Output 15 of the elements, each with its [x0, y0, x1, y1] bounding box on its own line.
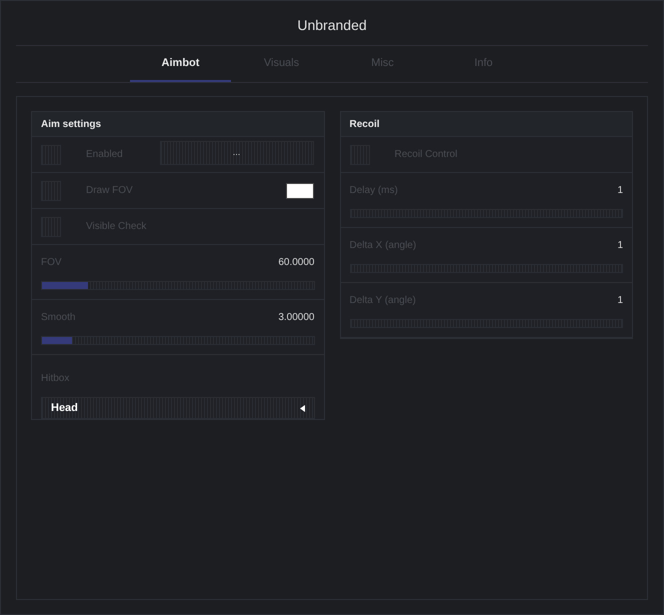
caret-icon — [300, 404, 304, 412]
hitbox-dropdown[interactable]: Head — [41, 397, 314, 419]
slider-track[interactable] — [41, 281, 314, 290]
slider-track[interactable] — [41, 336, 314, 345]
slider-value: 1 — [617, 184, 623, 198]
group-title: Aim settings — [32, 112, 324, 137]
slider-value: 1 — [617, 294, 623, 308]
group-title: Recoil — [340, 112, 632, 137]
tab[interactable]: Aimbot — [130, 46, 231, 82]
slider-value: 60.0000 — [278, 256, 314, 270]
color-swatch[interactable] — [286, 182, 314, 198]
slider-value: 3.00000 — [278, 311, 314, 325]
window-title: Unbranded — [296, 16, 368, 35]
slider-value: 1 — [617, 239, 623, 253]
keybind-field[interactable]: ... — [160, 141, 314, 165]
